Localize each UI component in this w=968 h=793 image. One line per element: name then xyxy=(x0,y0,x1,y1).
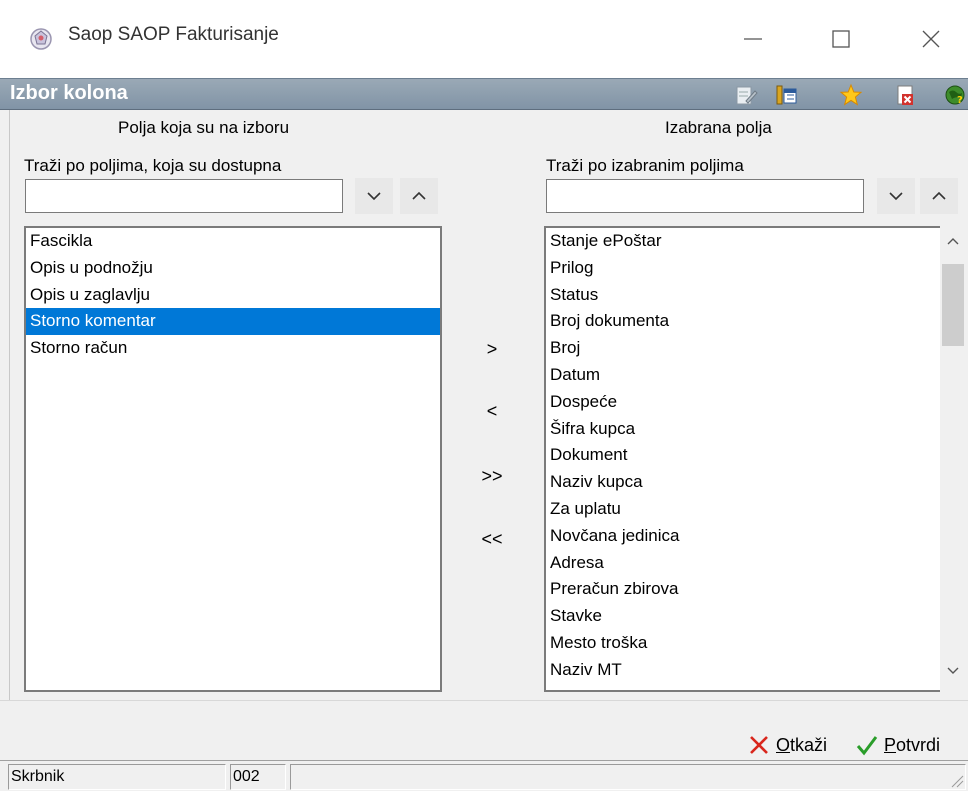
add-field-button[interactable]: > xyxy=(467,332,517,366)
maximize-button[interactable] xyxy=(818,16,864,62)
list-item[interactable]: Dokument xyxy=(546,442,940,469)
chevron-down-icon xyxy=(889,192,903,201)
chevron-down-icon xyxy=(947,667,959,674)
list-item[interactable]: Opis u zaglavlju xyxy=(26,282,440,309)
window-title: Saop SAOP Fakturisanje xyxy=(68,24,279,45)
list-item[interactable]: Prilog xyxy=(546,255,940,282)
chosen-list-scrollbar[interactable] xyxy=(940,226,966,692)
delete-document-icon[interactable] xyxy=(892,82,918,108)
remove-field-button[interactable]: < xyxy=(467,394,517,428)
list-item-selected[interactable]: Storno komentar xyxy=(26,308,440,336)
scroll-thumb[interactable] xyxy=(942,264,964,346)
help-globe-icon[interactable]: ? xyxy=(942,82,968,108)
resize-grip-icon[interactable] xyxy=(948,772,964,788)
list-item[interactable]: Mesto troška xyxy=(546,630,940,657)
confirm-label: Potvrdi xyxy=(884,734,941,755)
list-item[interactable]: Opis u podnožju xyxy=(26,255,440,282)
remove-all-fields-button[interactable]: << xyxy=(467,522,517,556)
chosen-fields-list[interactable]: Stanje ePoštar Prilog Status Broj dokume… xyxy=(544,226,940,692)
cancel-button[interactable]: Otkaži xyxy=(748,730,827,760)
list-item[interactable]: Za uplatu xyxy=(546,496,940,523)
available-fields-list[interactable]: Fascikla Opis u podnožju Opis u zaglavlj… xyxy=(24,226,442,692)
list-item[interactable]: Naziv MT xyxy=(546,657,940,684)
chosen-fields-header: Izabrana polja xyxy=(665,118,772,137)
minimize-icon xyxy=(744,38,762,40)
close-icon xyxy=(922,30,940,48)
app-icon xyxy=(26,24,56,54)
list-item[interactable]: Stavke xyxy=(546,603,940,630)
list-item[interactable]: Storno račun xyxy=(26,335,440,362)
available-search-prev-button[interactable] xyxy=(400,178,438,214)
scroll-down-button[interactable] xyxy=(940,656,966,686)
chevron-up-icon xyxy=(947,238,959,245)
list-item[interactable]: Broj dokumenta xyxy=(546,308,940,335)
window-titlebar: Saop SAOP Fakturisanje xyxy=(0,0,968,78)
chosen-search-next-button[interactable] xyxy=(877,178,915,214)
list-item[interactable]: Adresa xyxy=(546,550,940,577)
status-user: Skrbnik xyxy=(8,764,226,790)
cancel-x-icon xyxy=(750,736,768,754)
column-layout-icon[interactable] xyxy=(773,82,799,108)
list-item[interactable]: Dospeće xyxy=(546,389,940,416)
minimize-button[interactable] xyxy=(730,16,776,62)
list-item[interactable]: Status xyxy=(546,282,940,309)
scroll-up-button[interactable] xyxy=(940,226,966,256)
list-item[interactable]: Broj xyxy=(546,335,940,362)
form-header: Izbor kolona ? xyxy=(0,78,968,110)
svg-text:?: ? xyxy=(957,95,963,106)
list-item[interactable]: Naziv kupca xyxy=(546,469,940,496)
available-search-next-button[interactable] xyxy=(355,178,393,214)
edit-notes-icon[interactable] xyxy=(733,82,759,108)
add-all-fields-button[interactable]: >> xyxy=(467,459,517,493)
available-search-label: Traži po poljima, koja su dostupna xyxy=(24,156,282,175)
list-item[interactable]: Fascikla xyxy=(26,228,440,255)
confirm-button[interactable]: Potvrdi xyxy=(856,730,940,760)
chevron-up-icon xyxy=(412,191,426,200)
form-title: Izbor kolona xyxy=(10,82,128,104)
list-item[interactable]: Nosilac troška xyxy=(546,684,940,690)
list-item[interactable]: Novčana jedinica xyxy=(546,523,940,550)
available-search-input[interactable] xyxy=(25,179,343,213)
status-bar: Skrbnik 002 xyxy=(0,760,968,791)
maximize-icon xyxy=(832,30,850,48)
chosen-search-input[interactable] xyxy=(546,179,864,213)
close-button[interactable] xyxy=(908,16,954,62)
chevron-up-icon xyxy=(932,191,946,200)
checkmark-icon xyxy=(856,736,878,756)
status-code: 002 xyxy=(230,764,286,790)
favorite-star-icon[interactable] xyxy=(838,82,864,108)
list-item[interactable]: Šifra kupca xyxy=(546,416,940,443)
chevron-down-icon xyxy=(367,192,381,201)
chosen-search-prev-button[interactable] xyxy=(920,178,958,214)
left-border xyxy=(0,110,10,722)
cancel-label: Otkaži xyxy=(776,734,828,755)
list-item[interactable]: Preračun zbirova xyxy=(546,576,940,603)
status-extra xyxy=(290,764,966,790)
available-fields-header: Polja koja su na izboru xyxy=(118,118,290,137)
list-item[interactable]: Stanje ePoštar xyxy=(546,228,940,255)
list-item[interactable]: Datum xyxy=(546,362,940,389)
chosen-search-label: Traži po izabranim poljima xyxy=(546,156,744,175)
